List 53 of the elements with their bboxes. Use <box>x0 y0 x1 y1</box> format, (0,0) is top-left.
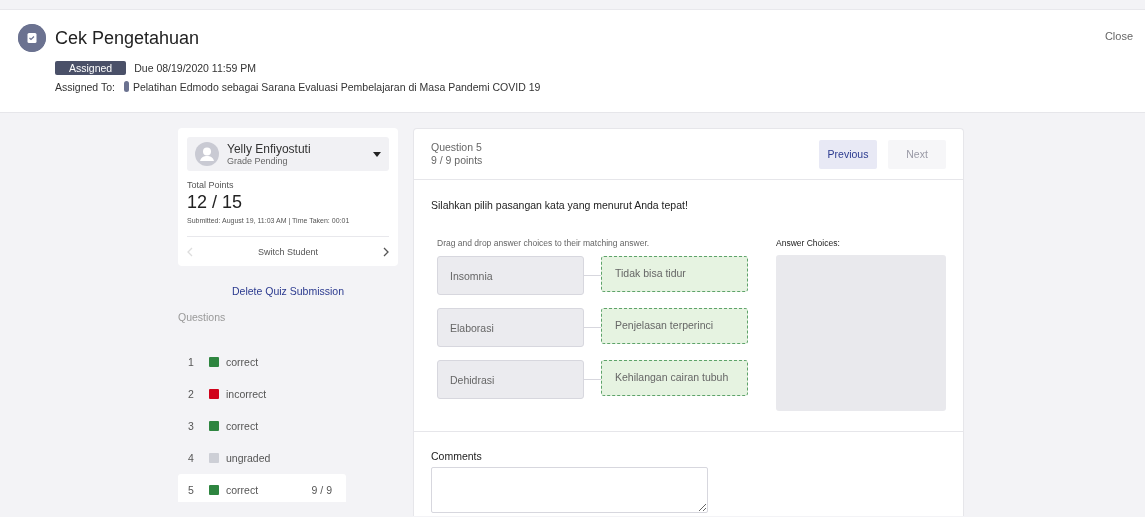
question-item[interactable]: 2 incorrect <box>178 378 346 410</box>
question-item[interactable]: 3 correct <box>178 410 346 442</box>
question-item[interactable]: 4 ungraded <box>178 442 346 474</box>
comments-field[interactable] <box>431 467 708 513</box>
match-term: Elaborasi <box>437 308 584 347</box>
question-number: 1 <box>188 356 195 368</box>
question-number: 3 <box>188 420 195 432</box>
grade-status: Grade Pending <box>227 156 289 166</box>
question-number: 4 <box>188 452 195 464</box>
match-term: Insomnia <box>437 256 584 295</box>
question-item[interactable]: 5 correct 9 / 9 <box>178 474 346 502</box>
question-item[interactable]: 1 correct <box>178 346 346 378</box>
group-icon <box>123 81 129 92</box>
total-points: 12 / 15 <box>187 192 244 213</box>
next-icon[interactable] <box>383 247 389 257</box>
match-term: Dehidrasi <box>437 360 584 399</box>
question-score: 9 / 9 <box>311 484 332 496</box>
student-selector[interactable]: Yelly Enfiyostuti Grade Pending <box>187 137 389 171</box>
previous-icon[interactable] <box>187 247 193 257</box>
group-name[interactable]: Pelatihan Edmodo sebagai Sarana Evaluasi Pembelajaran di Masa Pandemi COVID 19 <box>132 81 541 93</box>
question-title: Question 5 <box>431 141 483 154</box>
student-name: Yelly Enfiyostuti <box>227 142 312 156</box>
connector-line <box>584 327 601 328</box>
question-status: incorrect <box>226 388 268 400</box>
questions-heading: Questions <box>178 311 227 323</box>
question-points: 9 / 9 points <box>431 154 484 167</box>
question-status: correct <box>226 484 260 496</box>
due-date: Due 08/19/2020 11:59 PM <box>134 62 256 74</box>
quiz-icon <box>18 24 46 52</box>
switch-student-label: Switch Student <box>257 247 318 257</box>
question-prompt: Silahkan pilih pasangan kata yang menurut Anda tepat! <box>431 199 689 211</box>
comments-label: Comments <box>431 450 483 462</box>
delete-submission-link[interactable]: Delete Quiz Submission <box>178 285 398 297</box>
question-status: correct <box>226 356 260 368</box>
instruction-text: Drag and drop answer choices to their matching answer. <box>437 238 651 248</box>
question-status: correct <box>226 420 260 432</box>
page-title: Cek Pengetahuan <box>55 27 200 49</box>
connector-line <box>584 275 601 276</box>
answer-choices-label: Answer Choices: <box>776 238 841 248</box>
connector-line <box>584 379 601 380</box>
close-link[interactable]: Close <box>1104 30 1133 42</box>
matched-answer[interactable]: Penjelasan terperinci <box>601 308 748 344</box>
previous-button[interactable]: Previous <box>819 139 877 169</box>
question-number: 5 <box>188 484 195 496</box>
assigned-to-label: Assigned To: <box>55 81 115 93</box>
dropdown-icon <box>373 151 381 157</box>
matched-answer[interactable]: Tidak bisa tidur <box>601 256 748 292</box>
avatar-icon <box>195 142 219 166</box>
question-number: 2 <box>188 388 195 400</box>
total-points-label: Total Points <box>187 180 235 190</box>
matched-answer[interactable]: Kehilangan cairan tubuh <box>601 360 748 396</box>
status-badge: Assigned <box>55 61 127 75</box>
question-status: ungraded <box>226 452 272 464</box>
